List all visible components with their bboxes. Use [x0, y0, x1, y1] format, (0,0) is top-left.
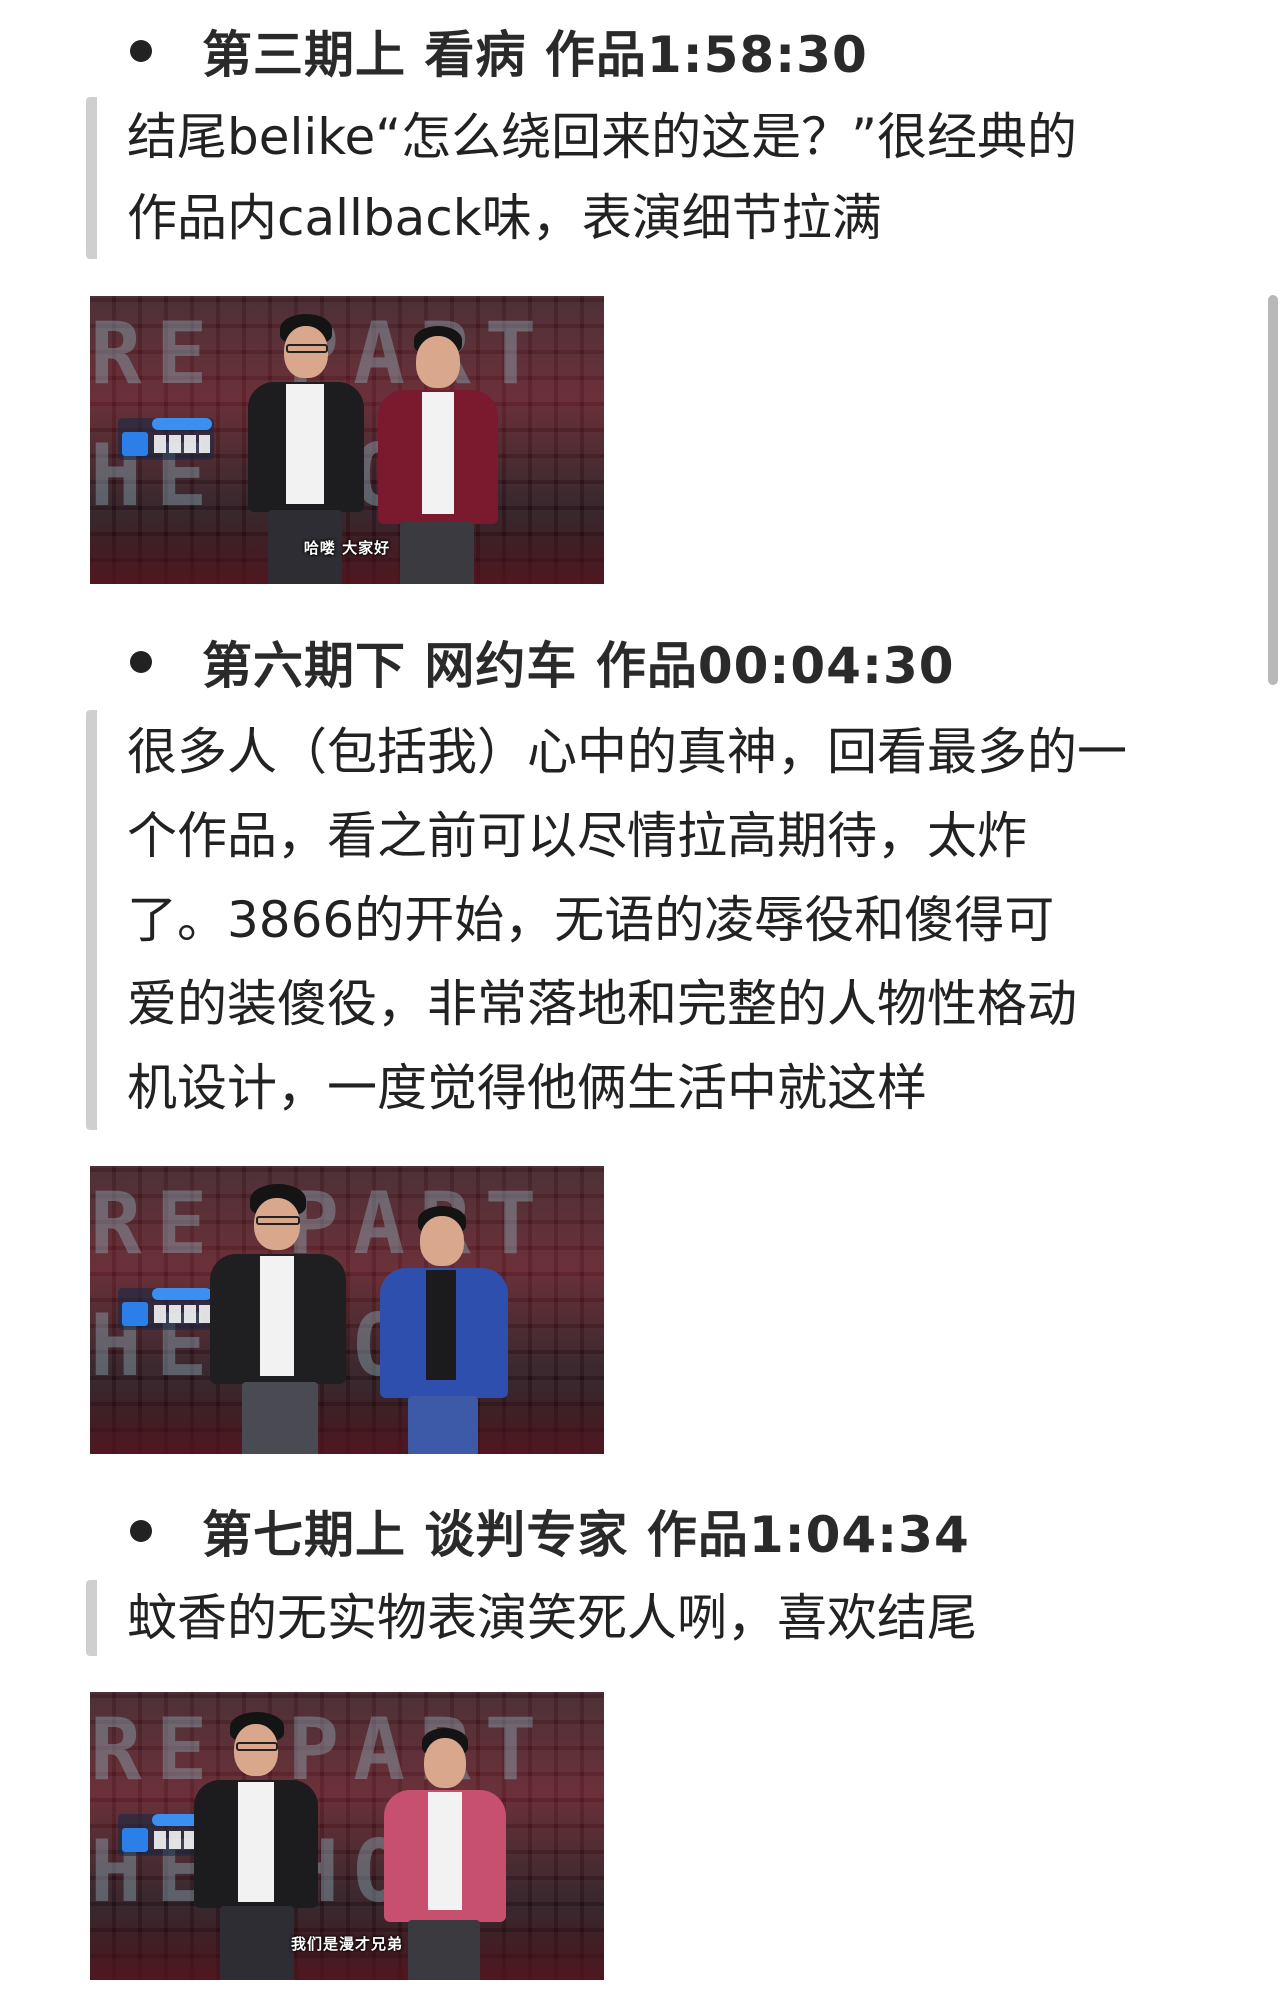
show-logo — [118, 1288, 214, 1330]
logo-lettering — [154, 1305, 210, 1323]
entry-heading-text: 第三期上 看病 作品1:58:30 — [202, 26, 868, 84]
video-screenshot[interactable]: RE PART HE HOW — [90, 1166, 604, 1454]
bullet-icon — [130, 1520, 152, 1542]
show-logo — [118, 418, 214, 460]
logo-badge-icon — [122, 432, 148, 456]
stage-light — [90, 1384, 604, 1454]
entry-heading-text: 第七期上 谈判专家 作品1:04:34 — [202, 1506, 970, 1564]
entry-comment: 蚊香的无实物表演笑死人咧，喜欢结尾 — [86, 1580, 1196, 1656]
bullet-icon — [130, 40, 152, 62]
logo-badge-icon — [122, 1302, 148, 1326]
logo-badge-icon — [122, 1828, 148, 1852]
video-screenshot[interactable]: RE PART HE HOW 我们是漫才兄弟 — [90, 1692, 604, 1980]
logo-lettering — [154, 435, 210, 453]
logo-pill — [152, 1288, 212, 1300]
entry-heading: 第六期下 网约车 作品00:04:30 — [130, 627, 955, 697]
entry-comment: 很多人（包括我）心中的真神，回看最多的一 个作品，看之前可以尽情拉高期待，太炸 … — [86, 710, 1196, 1130]
stage-backdrop-text: RE PART — [90, 1700, 551, 1800]
logo-pill — [152, 418, 212, 430]
bullet-icon — [130, 651, 152, 673]
stage-backdrop-text: RE PART — [90, 1174, 551, 1274]
video-subtitle: 我们是漫才兄弟 — [290, 1935, 403, 1953]
video-subtitle: 哈喽 大家好 — [303, 539, 391, 557]
scrollbar[interactable] — [1268, 295, 1278, 685]
entry-comment: 结尾belike“怎么绕回来的这是？”很经典的 作品内callback味，表演细… — [86, 97, 1196, 259]
entry-heading: 第七期上 谈判专家 作品1:04:34 — [130, 1496, 970, 1566]
video-screenshot[interactable]: RE PART HE HOW 哈喽 大家好 — [90, 296, 604, 584]
entry-heading: 第三期上 看病 作品1:58:30 — [130, 16, 868, 86]
entry-heading-text: 第六期下 网约车 作品00:04:30 — [202, 637, 955, 695]
